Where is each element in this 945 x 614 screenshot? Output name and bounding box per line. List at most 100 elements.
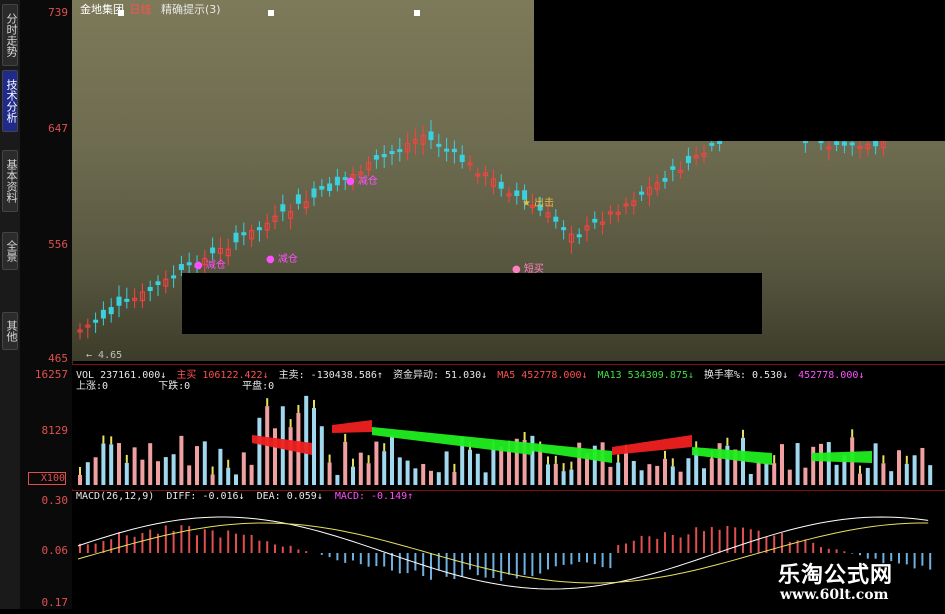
volume-bar-tip xyxy=(554,455,557,464)
candle-body xyxy=(662,177,668,182)
volume-bar-tip xyxy=(905,455,908,464)
indicator-name[interactable]: 精确提示(3) xyxy=(161,3,221,16)
volume-bar xyxy=(772,463,777,485)
volume-bar xyxy=(195,446,199,485)
candle-body xyxy=(116,296,122,306)
candle-body xyxy=(451,148,457,153)
down-count: 下跌:0 xyxy=(158,381,191,392)
volume-bar xyxy=(600,442,605,485)
candle-body xyxy=(327,183,333,192)
tab-technical-analysis[interactable]: 技术分析 xyxy=(2,70,18,132)
volume-bar xyxy=(163,457,168,485)
volume-bar xyxy=(249,464,254,485)
volume-bar xyxy=(187,465,192,485)
volume-bar xyxy=(507,448,511,485)
volume-bar xyxy=(912,455,917,485)
volume-bar xyxy=(881,463,886,485)
volume-bar xyxy=(678,471,683,485)
volume-bar xyxy=(647,464,652,485)
candle-body xyxy=(834,141,840,145)
candle-body xyxy=(186,262,192,266)
volume-bar xyxy=(865,467,870,485)
volume-bar-tip xyxy=(859,465,861,474)
volume-bar xyxy=(444,451,449,485)
volume-bar xyxy=(319,426,324,485)
signal-sell-3: ● 减仓 xyxy=(346,176,378,187)
volume-bar-tip xyxy=(617,454,620,463)
candle-body xyxy=(553,216,559,222)
candle-body xyxy=(280,204,286,212)
ma13-label: MA13 xyxy=(597,370,622,381)
volume-bar xyxy=(468,449,472,485)
volume-bar-tip xyxy=(671,458,674,467)
volume-bar-tip xyxy=(227,459,230,468)
volume-bar-tip xyxy=(313,399,315,408)
candle-body xyxy=(381,153,387,158)
price-chart[interactable]: 金地集团 日线 精确提示(3) ← 4.65 ● 减仓 ● 减仓 ● 减仓 ★ … xyxy=(72,0,945,361)
vol-unit-label: X100 xyxy=(28,472,66,485)
volume-chart[interactable]: VOL 237161.000↓ 主买 106122.422↓ 主卖: -1304… xyxy=(72,364,945,489)
volume-bar-tip xyxy=(726,437,729,446)
volume-bar xyxy=(210,474,215,485)
ma-band xyxy=(612,435,692,455)
candle-body xyxy=(295,194,301,204)
candle-body xyxy=(436,143,442,147)
signal-text: 出击 xyxy=(534,198,555,209)
volume-bar xyxy=(421,463,426,485)
volume-bar xyxy=(639,470,644,485)
volume-bar xyxy=(546,464,550,485)
volume-bar xyxy=(273,428,277,485)
volume-bar xyxy=(140,459,145,485)
volume-bar xyxy=(670,466,675,485)
capital-flow-value: 资金异动: 51.030↓ xyxy=(392,370,488,381)
volume-bar xyxy=(117,443,121,485)
volume-bar xyxy=(429,470,433,485)
volume-bar-tip xyxy=(523,432,526,441)
candle-body xyxy=(849,142,855,146)
macd-label-bottom: 0.17 xyxy=(41,596,69,609)
volume-bar xyxy=(553,463,558,485)
sidebar: 分时走势 技术分析 基本资料 全景 其他 xyxy=(0,0,21,609)
price-label-3: 556 xyxy=(48,238,68,251)
volume-bar-tip xyxy=(110,436,113,445)
candle-body xyxy=(147,286,153,291)
volume-bar xyxy=(413,468,418,485)
macd-label-mid: 0.06 xyxy=(41,544,69,557)
period-label[interactable]: 日线 xyxy=(130,3,152,16)
volume-bar xyxy=(499,446,504,485)
tab-intraday[interactable]: 分时走势 xyxy=(2,4,18,66)
up-count: 上涨:0 xyxy=(76,381,109,392)
volume-bar xyxy=(616,462,621,485)
price-label-2: 647 xyxy=(48,122,68,135)
volume-bar-tip xyxy=(773,455,776,464)
y-axis: 739 647 556 465 16257 8129 X100 0.30 0.0… xyxy=(20,0,73,609)
volume-bar xyxy=(702,468,706,485)
signal-sell-2: ● 减仓 xyxy=(266,254,298,265)
candle-body xyxy=(171,275,177,279)
tab-fundamentals[interactable]: 基本资料 xyxy=(2,150,18,212)
volume-bar xyxy=(475,453,480,485)
volume-bar-tip xyxy=(367,455,370,464)
volume-bar xyxy=(234,474,238,485)
macd-chart[interactable]: MACD(26,12,9) DIFF: -0.016↓ DEA: 0.059↓ … xyxy=(72,490,945,610)
volume-bar xyxy=(327,462,332,485)
volume-bar xyxy=(304,395,309,485)
ma5-label: MA5 xyxy=(497,370,516,381)
volume-bar xyxy=(608,466,613,485)
vol-label-mid: 8129 xyxy=(41,424,69,437)
vol-label-top: 16257 xyxy=(34,368,68,381)
candle-body xyxy=(319,186,325,190)
low-marker-value: 4.65 xyxy=(98,350,123,361)
candle-body xyxy=(639,191,645,195)
volume-bar-tip xyxy=(266,398,269,407)
volume-bar xyxy=(655,465,660,485)
volume-bar xyxy=(826,442,831,485)
volume-bar xyxy=(561,471,566,485)
volume-bar-tip xyxy=(547,456,549,465)
candle-body xyxy=(241,232,247,236)
candle-body xyxy=(576,234,582,238)
volume-bar xyxy=(171,454,176,485)
volume-bar xyxy=(483,472,488,485)
tab-panorama[interactable]: 全景 xyxy=(2,232,18,270)
tab-other[interactable]: 其他 xyxy=(2,312,18,350)
